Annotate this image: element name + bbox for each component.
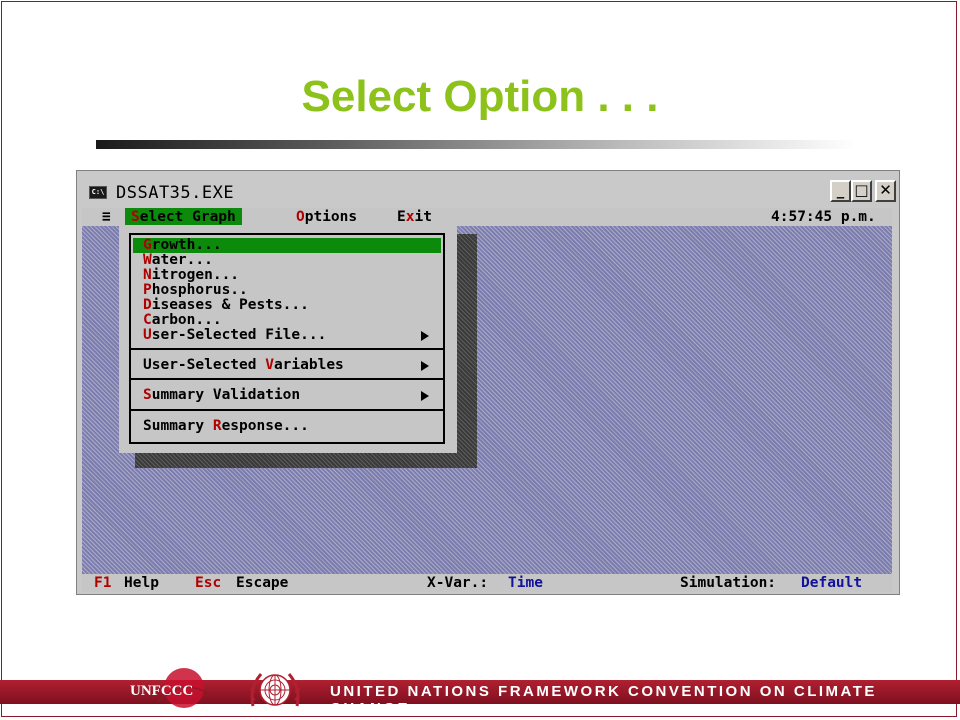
f1-key[interactable]: F1 <box>94 574 111 592</box>
item-label: itrogen... <box>151 267 240 283</box>
esc-key[interactable]: Esc <box>195 574 221 592</box>
minimize-button[interactable]: _ <box>830 180 851 202</box>
unfccc-logo: UNFCCC <box>130 668 213 708</box>
item-label: ummary Validation <box>151 387 301 403</box>
un-emblem-icon <box>249 673 301 707</box>
xvar-label: X-Var.: <box>427 575 489 591</box>
menu-select-graph-hotkey: S <box>131 209 140 225</box>
submenu-arrow-icon <box>421 391 429 401</box>
menu-item-phosphorus[interactable]: Phosphorus.. <box>133 283 441 298</box>
menu-separator <box>131 378 443 380</box>
menu-options-label: ptions <box>304 209 358 225</box>
item-hotkey: G <box>143 237 152 253</box>
submenu-arrow-icon <box>421 361 429 371</box>
menu-options[interactable]: Options <box>296 208 357 226</box>
system-menu-icon[interactable]: ≡ <box>102 208 111 226</box>
clock: 4:57:45 p.m. <box>771 209 876 225</box>
submenu-arrow-icon <box>421 331 429 341</box>
item-label: esponse... <box>221 418 309 434</box>
menu-item-growth[interactable]: Growth... <box>133 238 441 253</box>
item-label: ariables <box>273 357 344 373</box>
menu-separator <box>131 348 443 350</box>
window-titlebar[interactable]: C:\ DSSAT35.EXE _ □ ✕ <box>80 174 896 206</box>
menu-item-user-selected-file[interactable]: User-Selected File... <box>133 328 441 343</box>
footer-text: UNITED NATIONS FRAMEWORK CONVENTION ON C… <box>330 683 877 717</box>
item-hotkey: N <box>143 267 152 283</box>
item-prefix: Summary <box>143 418 213 434</box>
window-title: DSSAT35.EXE <box>116 183 235 203</box>
simulation-label: Simulation: <box>680 575 777 591</box>
menu-item-water[interactable]: Water... <box>133 253 441 268</box>
menu-item-carbon[interactable]: Carbon... <box>133 313 441 328</box>
menu-item-summary-response[interactable]: Summary Response... <box>133 419 441 434</box>
item-hotkey: S <box>143 387 152 403</box>
close-button[interactable]: ✕ <box>875 180 896 202</box>
menu-exit[interactable]: Exit <box>397 208 432 226</box>
item-label: iseases & Pests... <box>151 297 309 313</box>
menu-select-graph[interactable]: Select Graph <box>125 208 242 226</box>
item-hotkey: P <box>143 282 152 298</box>
item-hotkey: D <box>143 297 152 313</box>
status-bar: F1 Help Esc Escape X-Var.: Time Simulati… <box>82 574 892 592</box>
esc-escape-label[interactable]: Escape <box>236 574 288 592</box>
simulation-value: Default <box>801 575 863 591</box>
unfccc-logo-text: UNFCCC <box>130 683 193 699</box>
item-hotkey: R <box>212 418 222 434</box>
menu-exit-prefix: E <box>397 209 406 225</box>
menu-item-diseases-pests[interactable]: Diseases & Pests... <box>133 298 441 313</box>
menu-options-hotkey: O <box>296 209 305 225</box>
item-label: rowth... <box>151 237 222 253</box>
item-label: arbon... <box>151 312 222 328</box>
select-graph-dropdown: Growth... Water... Nitrogen... Phosphoru… <box>119 225 457 453</box>
menu-bar: ≡ Select Graph Options Exit 4:57:45 p.m. <box>82 208 892 226</box>
item-hotkey: V <box>265 357 274 373</box>
item-label: hosphorus.. <box>151 282 248 298</box>
xvar-value: Time <box>508 575 543 591</box>
dropdown-frame: Growth... Water... Nitrogen... Phosphoru… <box>129 233 445 444</box>
maximize-button[interactable]: □ <box>851 180 872 202</box>
menu-item-user-selected-variables[interactable]: User-Selected Variables <box>133 358 441 373</box>
menu-item-summary-validation[interactable]: Summary Validation <box>133 388 441 403</box>
dos-window: C:\ DSSAT35.EXE _ □ ✕ ≡ Select Graph Opt… <box>76 170 900 595</box>
menu-separator <box>131 409 443 411</box>
f1-help-label[interactable]: Help <box>124 574 159 592</box>
item-hotkey: W <box>143 252 152 268</box>
item-hotkey: C <box>143 312 152 328</box>
menu-item-nitrogen[interactable]: Nitrogen... <box>133 268 441 283</box>
console-area: ≡ Select Graph Options Exit 4:57:45 p.m.… <box>82 208 892 592</box>
menu-select-graph-label: elect Graph <box>139 209 236 225</box>
item-prefix: User-Selected <box>143 357 266 373</box>
slide-title: Select Option . . . <box>301 72 659 121</box>
item-label: ser-Selected File... <box>151 327 327 343</box>
menu-exit-label: it <box>414 209 432 225</box>
item-hotkey: U <box>143 327 152 343</box>
console-app-icon[interactable]: C:\ <box>89 186 107 199</box>
title-rule <box>96 140 856 149</box>
item-label: ater... <box>151 252 213 268</box>
